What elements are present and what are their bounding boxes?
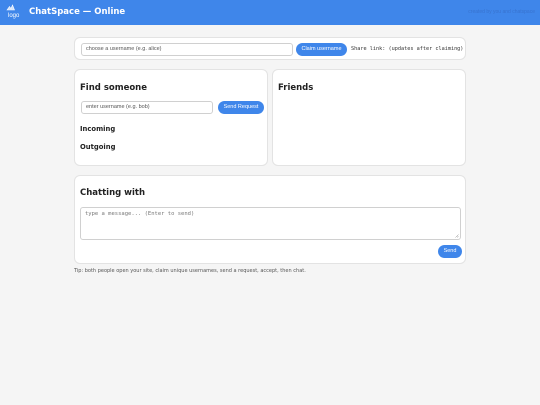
username-card: choose a username (e.g. alice) Claim use… [74,37,466,60]
message-placeholder: type a message... (Enter to send) [85,211,195,217]
header-credit-text: created by you and chatspace [468,9,535,15]
find-someone-heading: Find someone [80,83,147,93]
logo: logo [6,4,22,21]
send-message-button[interactable]: Send [438,245,462,258]
message-textarea[interactable]: type a message... (Enter to send) [80,207,461,240]
resize-grip-icon[interactable] [455,234,459,238]
logo-alt-text: logo [8,13,20,19]
claim-username-button[interactable]: Claim username [296,43,347,56]
chat-card: Chatting with type a message... (Enter t… [74,175,466,264]
top-bar: logo ChatSpace — Online created by you a… [0,0,540,25]
share-link-text: Share link: (updates after claiming) [351,46,464,52]
outgoing-heading: Outgoing [80,143,116,151]
username-input[interactable]: choose a username (e.g. alice) [81,43,293,56]
friends-card: Friends [272,69,466,166]
target-username-input[interactable]: enter username (e.g. bob) [81,101,213,114]
find-someone-card: Find someone enter username (e.g. bob) S… [74,69,268,166]
tip-text: Tip: both people open your site, claim u… [74,268,306,274]
chatting-with-heading: Chatting with [80,188,146,198]
app-title: ChatSpace — Online [29,7,126,17]
send-request-button[interactable]: Send Request [218,101,264,114]
broken-image-icon [6,4,15,11]
friends-heading: Friends [278,83,314,93]
incoming-heading: Incoming [80,125,116,133]
